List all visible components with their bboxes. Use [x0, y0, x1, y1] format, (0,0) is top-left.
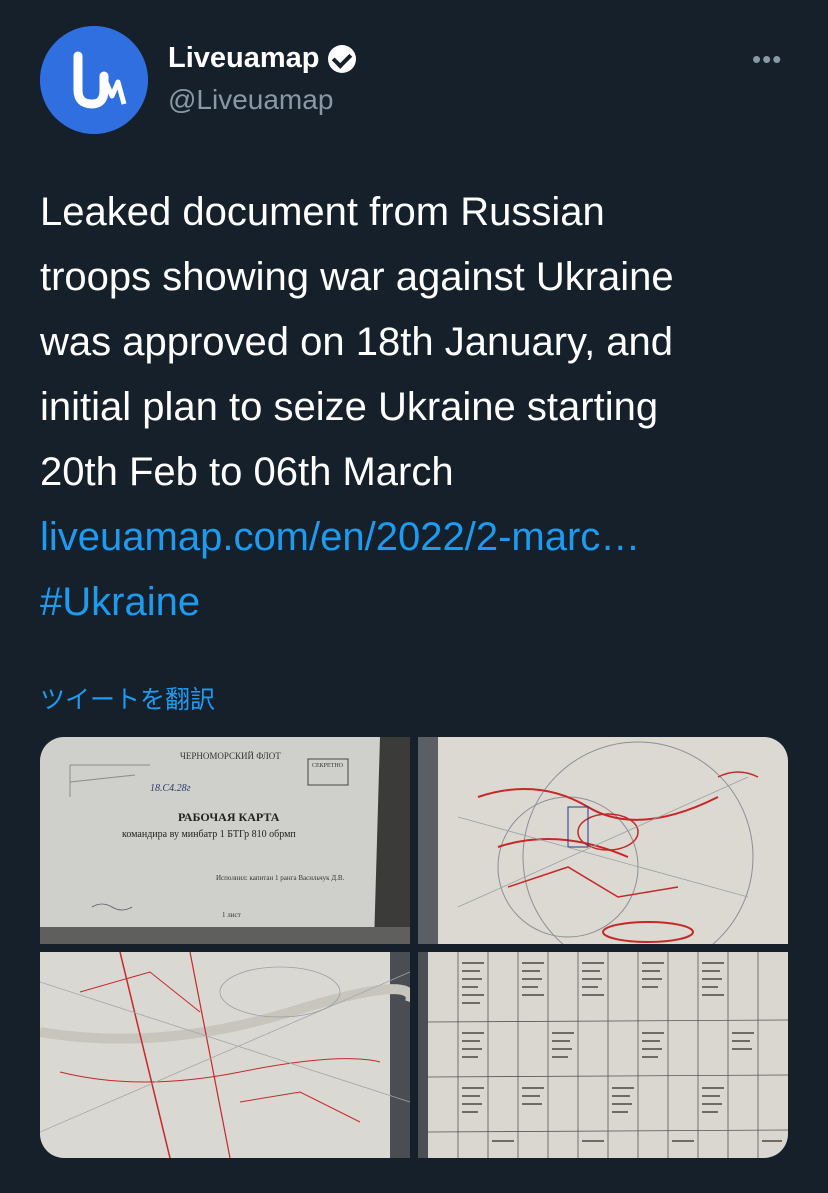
tweet-text-line: initial plan to seize Ukraine starting: [40, 385, 659, 429]
doc-stamp: СЕКРЕТНО: [312, 763, 344, 769]
avatar[interactable]: [40, 26, 148, 134]
display-name-row[interactable]: Liveuamap: [168, 42, 356, 75]
tweet-text: Leaked document from Russian troops show…: [40, 180, 800, 635]
verified-badge-icon: [327, 44, 356, 73]
liveuamap-logo-icon: [40, 26, 148, 134]
doc-sheet: 1 лист: [222, 911, 241, 919]
translate-tweet-link[interactable]: ツイートを翻訳: [40, 680, 215, 716]
media-grid: ЧЕРНОМОРСКИЙ ФЛОТ СЕКРЕТНО 18.С4.28г РАБ…: [40, 737, 788, 1158]
handle[interactable]: @Liveuamap: [168, 84, 333, 116]
tweet-text-line: Leaked document from Russian: [40, 190, 605, 234]
tweet: Liveuamap @Liveuamap ••• Leaked document…: [0, 0, 828, 1193]
media-photo-table[interactable]: [418, 952, 788, 1158]
more-options-icon[interactable]: •••: [752, 46, 782, 72]
media-photo-map-1[interactable]: [418, 737, 788, 944]
tweet-text-line: was approved on 18th January, and: [40, 320, 674, 364]
display-name[interactable]: Liveuamap: [168, 42, 320, 75]
media-photo-map-2[interactable]: [40, 952, 410, 1158]
tweet-link[interactable]: liveuamap.com/en/2022/2-marc…: [40, 505, 800, 570]
tweet-text-line: 20th Feb to 06th March: [40, 450, 454, 494]
doc-header: ЧЕРНОМОРСКИЙ ФЛОТ: [180, 751, 281, 761]
doc-handwritten: 18.С4.28г: [150, 783, 191, 794]
doc-subtitle: командира ву минбатр 1 БТГр 810 обрмп: [122, 829, 296, 840]
tweet-text-line: troops showing war against Ukraine: [40, 255, 674, 299]
doc-signature: Исполнил: капитан 1 ранга Васильчук Д.В.: [216, 874, 345, 882]
hashtag-link[interactable]: #Ukraine: [40, 570, 800, 635]
doc-title: РАБОЧАЯ КАРТА: [178, 810, 280, 824]
media-photo-document[interactable]: ЧЕРНОМОРСКИЙ ФЛОТ СЕКРЕТНО 18.С4.28г РАБ…: [40, 737, 410, 944]
